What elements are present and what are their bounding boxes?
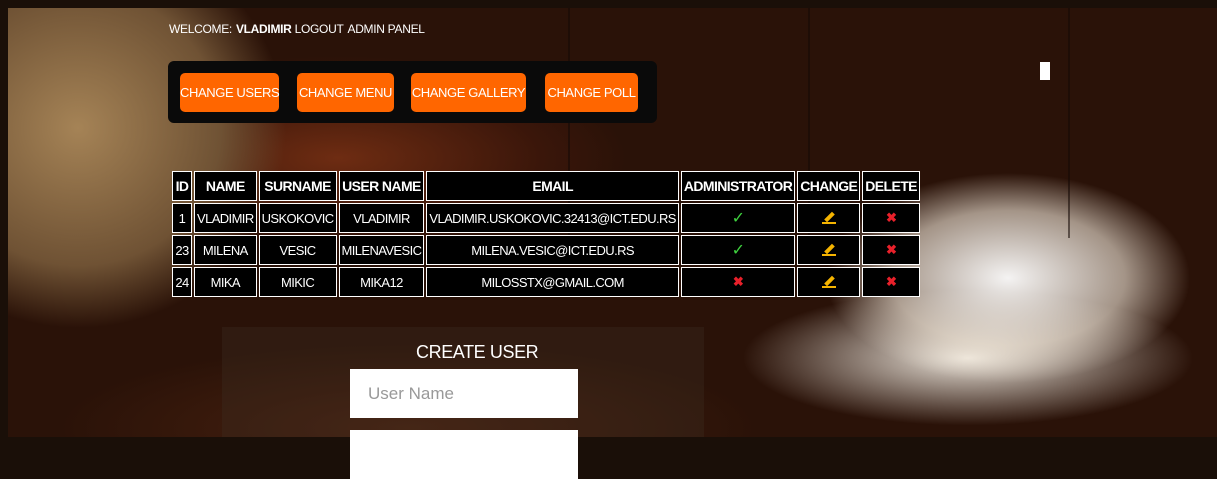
- table-row: 23 MILENA VESIC MILENAVESIC MILENA.VESIC…: [172, 235, 920, 265]
- cell-id: 1: [172, 203, 192, 233]
- column-header-surname: SURNAME: [258, 171, 337, 201]
- pencil-icon[interactable]: [821, 242, 836, 256]
- column-header-username: USER NAME: [338, 171, 425, 201]
- admin-nav-bar: CHANGE USERS CHANGE MENU CHANGE GALLERY …: [168, 61, 657, 123]
- cell-name: MILENA: [194, 235, 257, 265]
- cell-administrator: ✓: [680, 235, 796, 265]
- check-icon: ✓: [731, 242, 745, 259]
- change-menu-button[interactable]: CHANGE MENU: [297, 73, 394, 112]
- change-gallery-button[interactable]: CHANGE GALLERY: [411, 73, 526, 112]
- cell-name: MIKA: [194, 267, 257, 297]
- cell-email: MILOSSTX@GMAIL.COM: [426, 267, 679, 297]
- cell-surname: MIKIC: [258, 267, 337, 297]
- table-row: 1 VLADIMIR USKOKOVIC VLADIMIR VLADIMIR.U…: [172, 203, 920, 233]
- cross-icon[interactable]: ✖: [886, 210, 897, 225]
- wood-plank-divider: [1068, 8, 1070, 238]
- cell-username: MILENAVESIC: [338, 235, 425, 265]
- admin-panel-link[interactable]: ADMIN PANEL: [347, 22, 424, 36]
- column-header-email: EMAIL: [426, 171, 679, 201]
- change-users-button[interactable]: CHANGE USERS: [180, 73, 280, 112]
- light-spot: [1040, 62, 1050, 80]
- cell-email: MILENA.VESIC@ICT.EDU.RS: [426, 235, 679, 265]
- cell-surname: USKOKOVIC: [258, 203, 337, 233]
- column-header-name: NAME: [194, 171, 257, 201]
- cell-delete[interactable]: ✖: [862, 203, 920, 233]
- change-poll-button[interactable]: CHANGE POLL: [545, 73, 638, 112]
- cell-administrator: ✖: [680, 267, 796, 297]
- pencil-icon[interactable]: [821, 210, 836, 224]
- cell-id: 24: [172, 267, 192, 297]
- username-input[interactable]: [350, 369, 578, 418]
- cross-icon[interactable]: ✖: [886, 242, 897, 257]
- logout-link[interactable]: LOGOUT: [295, 22, 344, 36]
- second-input-field[interactable]: [350, 430, 578, 479]
- welcome-username: VLADIMIR: [235, 22, 292, 36]
- cell-change[interactable]: [797, 203, 861, 233]
- welcome-bar: WELCOME: VLADIMIR LOGOUT ADMIN PANEL: [169, 22, 429, 36]
- check-icon: ✓: [731, 210, 745, 227]
- cross-icon: ✖: [732, 274, 744, 289]
- table-header-row: ID NAME SURNAME USER NAME EMAIL ADMINIST…: [172, 171, 920, 201]
- column-header-delete: DELETE: [862, 171, 920, 201]
- welcome-label: WELCOME:: [169, 22, 232, 36]
- pencil-icon[interactable]: [821, 274, 836, 288]
- cell-id: 23: [172, 235, 192, 265]
- cell-surname: VESIC: [258, 235, 337, 265]
- create-user-title: CREATE USER: [416, 342, 539, 362]
- cross-icon[interactable]: ✖: [886, 274, 897, 289]
- cell-username: MIKA12: [338, 267, 425, 297]
- cell-change[interactable]: [797, 235, 861, 265]
- cell-username: VLADIMIR: [338, 203, 425, 233]
- cell-email: VLADIMIR.USKOKOVIC.32413@ICT.EDU.RS: [426, 203, 679, 233]
- users-table: ID NAME SURNAME USER NAME EMAIL ADMINIST…: [170, 169, 922, 299]
- cell-delete[interactable]: ✖: [862, 235, 920, 265]
- column-header-change: CHANGE: [797, 171, 861, 201]
- column-header-administrator: ADMINISTRATOR: [680, 171, 796, 201]
- table-row: 24 MIKA MIKIC MIKA12 MILOSSTX@GMAIL.COM …: [172, 267, 920, 297]
- cell-name: VLADIMIR: [194, 203, 257, 233]
- column-header-id: ID: [172, 171, 192, 201]
- cell-administrator: ✓: [680, 203, 796, 233]
- cell-delete[interactable]: ✖: [862, 267, 920, 297]
- cell-change[interactable]: [797, 267, 861, 297]
